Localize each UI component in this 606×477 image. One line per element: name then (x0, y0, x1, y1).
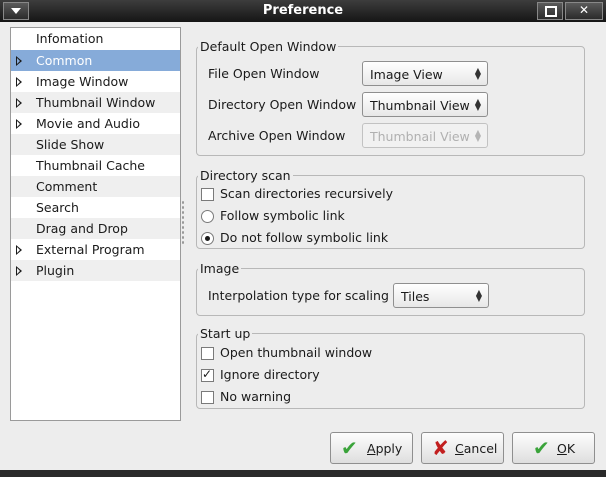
scan-recursive-label[interactable]: Scan directories recursively (220, 186, 393, 201)
directory-open-window-label: Directory Open Window (208, 97, 357, 112)
sidebar-item-plugin[interactable]: Plugin (11, 260, 180, 281)
sidebar-item-label: Common (36, 53, 93, 68)
sidebar-item-external-program[interactable]: External Program (11, 239, 180, 260)
select-value: Thumbnail View (370, 129, 470, 144)
sidebar-item-label: External Program (36, 242, 145, 257)
sidebar-item-common[interactable]: Common (11, 50, 180, 71)
expander-triangle-icon[interactable] (16, 56, 22, 66)
ok-button[interactable]: ✔ OK (512, 432, 595, 464)
ignore-directory-checkbox[interactable] (201, 367, 214, 382)
sidebar-item-label: Infomation (36, 31, 104, 46)
file-open-window-label: File Open Window (208, 66, 320, 81)
select-value: Tiles (401, 289, 430, 304)
sidebar-item-label: Search (36, 200, 79, 215)
apply-button[interactable]: ✔ Apply (330, 432, 413, 464)
expander-triangle-icon[interactable] (16, 119, 22, 129)
window-title: Preference (262, 3, 344, 18)
sidebar-item-label: Slide Show (36, 137, 105, 152)
x-icon: ✘ (432, 436, 449, 460)
chevron-updown-icon: ▲ ▼ (474, 66, 481, 81)
cancel-button-label: Cancel (455, 441, 498, 456)
chevron-updown-icon: ▲ ▼ (475, 288, 482, 303)
ignore-directory-label[interactable]: Ignore directory (220, 367, 320, 382)
category-list[interactable]: Infomation Common Image Window Thumbnail… (10, 27, 181, 421)
taskbar-edge (0, 470, 606, 477)
sidebar-item-label: Drag and Drop (36, 221, 128, 236)
sidebar-item-label: Movie and Audio (36, 116, 140, 131)
expander-triangle-icon[interactable] (16, 266, 22, 276)
check-icon: ✔ (341, 436, 358, 460)
pane-resize-handle[interactable] (181, 200, 185, 246)
interpolation-select[interactable]: Tiles ▲ ▼ (393, 283, 489, 308)
archive-open-window-select: Thumbnail View ▲ ▼ (362, 123, 488, 148)
group-legend: Image (200, 261, 240, 276)
open-thumbnail-window-label[interactable]: Open thumbnail window (220, 345, 372, 360)
no-warning-checkbox[interactable] (201, 391, 214, 404)
sidebar-item-thumbnail-window[interactable]: Thumbnail Window (11, 92, 180, 113)
group-legend: Default Open Window (200, 39, 337, 54)
sidebar-item-label: Comment (36, 179, 98, 194)
scan-recursive-checkbox[interactable] (201, 188, 214, 201)
sidebar-item-slide-show[interactable]: Slide Show (11, 134, 180, 155)
follow-symlink-label[interactable]: Follow symbolic link (220, 208, 345, 223)
apply-button-label: Apply (367, 441, 403, 456)
no-warning-label[interactable]: No warning (220, 389, 291, 404)
sidebar-item-image-window[interactable]: Image Window (11, 71, 180, 92)
maximize-icon[interactable] (537, 2, 563, 20)
follow-symlink-radio[interactable] (201, 210, 214, 223)
expander-triangle-icon[interactable] (16, 245, 22, 255)
ok-button-label: OK (557, 441, 576, 456)
interpolation-label: Interpolation type for scaling (208, 288, 389, 303)
chevron-updown-icon: ▲ ▼ (474, 97, 481, 112)
archive-open-window-label: Archive Open Window (208, 128, 346, 143)
close-icon[interactable] (565, 2, 603, 20)
chevron-updown-icon: ▲ ▼ (474, 128, 481, 143)
group-legend: Start up (200, 326, 251, 341)
group-legend: Directory scan (200, 168, 291, 183)
check-icon: ✔ (533, 436, 550, 460)
sidebar-item-infomation[interactable]: Infomation (11, 28, 180, 49)
sidebar-item-comment[interactable]: Comment (11, 176, 180, 197)
file-open-window-select[interactable]: Image View ▲ ▼ (362, 61, 488, 86)
sidebar-item-label: Plugin (36, 263, 75, 278)
expander-triangle-icon[interactable] (16, 77, 22, 87)
select-value: Thumbnail View (370, 98, 470, 113)
select-value: Image View (370, 67, 443, 82)
sidebar-item-drag-and-drop[interactable]: Drag and Drop (11, 218, 180, 239)
sidebar-item-label: Image Window (36, 74, 129, 89)
sidebar-item-thumbnail-cache[interactable]: Thumbnail Cache (11, 155, 180, 176)
cancel-button[interactable]: ✘ Cancel (421, 432, 504, 464)
open-thumbnail-window-checkbox[interactable] (201, 347, 214, 360)
sidebar-item-search[interactable]: Search (11, 197, 180, 218)
expander-triangle-icon[interactable] (16, 98, 22, 108)
sidebar-item-label: Thumbnail Cache (36, 158, 145, 173)
sidebar-item-label: Thumbnail Window (36, 95, 156, 110)
no-follow-symlink-radio[interactable] (201, 232, 214, 245)
directory-open-window-select[interactable]: Thumbnail View ▲ ▼ (362, 92, 488, 117)
sidebar-item-movie-and-audio[interactable]: Movie and Audio (11, 113, 180, 134)
no-follow-symlink-label[interactable]: Do not follow symbolic link (220, 230, 388, 245)
title-bar[interactable]: Preference (0, 0, 606, 22)
